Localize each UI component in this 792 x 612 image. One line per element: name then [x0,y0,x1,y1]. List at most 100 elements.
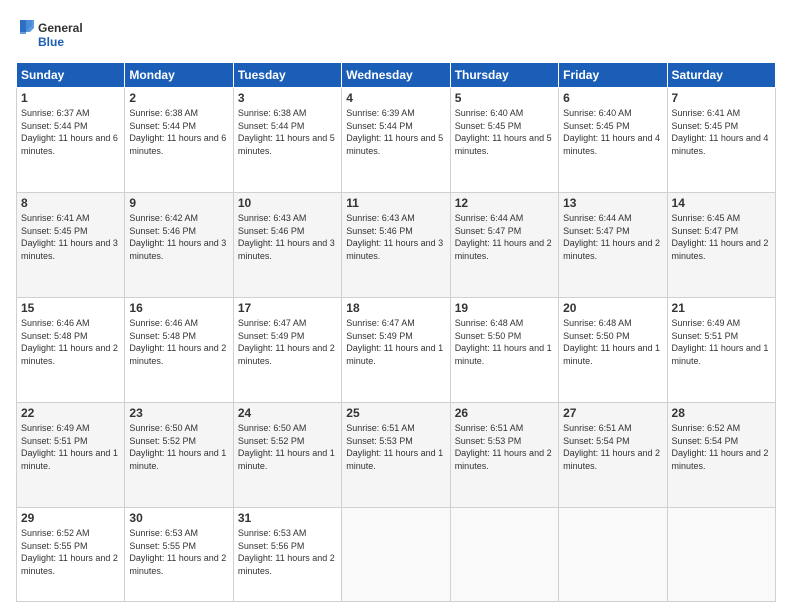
day-info: Sunrise: 6:49 AMSunset: 5:51 PMDaylight:… [21,422,120,472]
calendar-cell: 12Sunrise: 6:44 AMSunset: 5:47 PMDayligh… [450,193,558,298]
day-number: 5 [455,91,554,105]
calendar-cell: 29 Sunrise: 6:52 AMSunset: 5:55 PMDayligh… [17,508,125,602]
day-info: Sunrise: 6:51 AMSunset: 5:53 PMDaylight:… [455,422,554,472]
calendar-cell: 22 Sunrise: 6:49 AMSunset: 5:51 PMDayligh… [17,403,125,508]
day-number: 10 [238,196,337,210]
day-number: 12 [455,196,554,210]
day-number: 31 [238,511,337,525]
calendar-cell: 1 Sunrise: 6:37 AMSunset: 5:44 PMDaylight… [17,88,125,193]
day-info: Sunrise: 6:46 AMSunset: 5:48 PMDaylight:… [129,317,228,367]
day-number: 21 [672,301,771,315]
day-number: 26 [455,406,554,420]
day-number: 18 [346,301,445,315]
day-number: 24 [238,406,337,420]
day-number: 17 [238,301,337,315]
day-number: 28 [672,406,771,420]
calendar-cell: 24 Sunrise: 6:50 AMSunset: 5:52 PMDayligh… [233,403,341,508]
day-number: 20 [563,301,662,315]
day-info: Sunrise: 6:44 AMSunset: 5:47 PMDaylight:… [563,212,662,262]
calendar-cell: 3 Sunrise: 6:38 AMSunset: 5:44 PMDaylight… [233,88,341,193]
day-number: 2 [129,91,228,105]
day-number: 23 [129,406,228,420]
day-number: 11 [346,196,445,210]
day-number: 22 [21,406,120,420]
calendar-cell: 17 Sunrise: 6:47 AMSunset: 5:49 PMDayligh… [233,298,341,403]
day-info: Sunrise: 6:40 AMSunset: 5:45 PMDaylight:… [563,107,662,157]
svg-text:General: General [38,21,83,35]
calendar-cell [667,508,775,602]
calendar-cell: 2 Sunrise: 6:38 AMSunset: 5:44 PMDaylight… [125,88,233,193]
day-number: 6 [563,91,662,105]
calendar-cell: 23 Sunrise: 6:50 AMSunset: 5:52 PMDayligh… [125,403,233,508]
day-number: 27 [563,406,662,420]
weekday-header-thursday: Thursday [450,63,558,88]
calendar-cell: 26 Sunrise: 6:51 AMSunset: 5:53 PMDayligh… [450,403,558,508]
day-number: 16 [129,301,228,315]
calendar-cell: 28 Sunrise: 6:52 AMSunset: 5:54 PMDayligh… [667,403,775,508]
day-info: Sunrise: 6:39 AMSunset: 5:44 PMDaylight:… [346,107,445,157]
weekday-header-sunday: Sunday [17,63,125,88]
calendar-cell: 5 Sunrise: 6:40 AMSunset: 5:45 PMDaylight… [450,88,558,193]
calendar-cell: 20 Sunrise: 6:48 AMSunset: 5:50 PMDayligh… [559,298,667,403]
weekday-header-monday: Monday [125,63,233,88]
calendar-cell: 7Sunrise: 6:41 AMSunset: 5:45 PMDaylight… [667,88,775,193]
calendar-cell: 8 Sunrise: 6:41 AMSunset: 5:45 PMDaylight… [17,193,125,298]
day-info: Sunrise: 6:48 AMSunset: 5:50 PMDaylight:… [455,317,554,367]
calendar-cell: 16 Sunrise: 6:46 AMSunset: 5:48 PMDayligh… [125,298,233,403]
day-info: Sunrise: 6:40 AMSunset: 5:45 PMDaylight:… [455,107,554,157]
day-info: Sunrise: 6:47 AMSunset: 5:49 PMDaylight:… [346,317,445,367]
day-number: 25 [346,406,445,420]
calendar-cell: 30 Sunrise: 6:53 AMSunset: 5:55 PMDayligh… [125,508,233,602]
calendar-cell [450,508,558,602]
calendar-cell [559,508,667,602]
day-info: Sunrise: 6:43 AMSunset: 5:46 PMDaylight:… [238,212,337,262]
day-number: 8 [21,196,120,210]
day-number: 3 [238,91,337,105]
calendar-cell: 11 Sunrise: 6:43 AMSunset: 5:46 PMDayligh… [342,193,450,298]
day-number: 15 [21,301,120,315]
day-number: 29 [21,511,120,525]
day-info: Sunrise: 6:41 AMSunset: 5:45 PMDaylight:… [672,107,771,157]
day-info: Sunrise: 6:50 AMSunset: 5:52 PMDaylight:… [238,422,337,472]
day-info: Sunrise: 6:37 AMSunset: 5:44 PMDaylight:… [21,107,120,157]
day-number: 1 [21,91,120,105]
calendar-cell: 6 Sunrise: 6:40 AMSunset: 5:45 PMDaylight… [559,88,667,193]
weekday-header-wednesday: Wednesday [342,63,450,88]
day-info: Sunrise: 6:38 AMSunset: 5:44 PMDaylight:… [238,107,337,157]
day-number: 13 [563,196,662,210]
day-info: Sunrise: 6:52 AMSunset: 5:55 PMDaylight:… [21,527,120,577]
calendar-cell: 31Sunrise: 6:53 AMSunset: 5:56 PMDayligh… [233,508,341,602]
calendar-cell: 13 Sunrise: 6:44 AMSunset: 5:47 PMDayligh… [559,193,667,298]
weekday-header-saturday: Saturday [667,63,775,88]
calendar-cell: 27Sunrise: 6:51 AMSunset: 5:54 PMDayligh… [559,403,667,508]
day-number: 14 [672,196,771,210]
weekday-header-friday: Friday [559,63,667,88]
calendar-cell: 21 Sunrise: 6:49 AMSunset: 5:51 PMDayligh… [667,298,775,403]
day-number: 9 [129,196,228,210]
day-info: Sunrise: 6:47 AMSunset: 5:49 PMDaylight:… [238,317,337,367]
day-info: Sunrise: 6:50 AMSunset: 5:52 PMDaylight:… [129,422,228,472]
day-number: 30 [129,511,228,525]
day-number: 4 [346,91,445,105]
day-info: Sunrise: 6:53 AMSunset: 5:55 PMDaylight:… [129,527,228,577]
calendar-cell: 9 Sunrise: 6:42 AMSunset: 5:46 PMDaylight… [125,193,233,298]
day-number: 19 [455,301,554,315]
day-info: Sunrise: 6:49 AMSunset: 5:51 PMDaylight:… [672,317,771,367]
day-info: Sunrise: 6:51 AMSunset: 5:53 PMDaylight:… [346,422,445,472]
calendar-cell: 14Sunrise: 6:45 AMSunset: 5:47 PMDayligh… [667,193,775,298]
calendar-cell: 25 Sunrise: 6:51 AMSunset: 5:53 PMDayligh… [342,403,450,508]
day-info: Sunrise: 6:43 AMSunset: 5:46 PMDaylight:… [346,212,445,262]
calendar-cell: 4 Sunrise: 6:39 AMSunset: 5:44 PMDaylight… [342,88,450,193]
calendar-cell: 19 Sunrise: 6:48 AMSunset: 5:50 PMDayligh… [450,298,558,403]
calendar-cell: 15Sunrise: 6:46 AMSunset: 5:48 PMDayligh… [17,298,125,403]
day-info: Sunrise: 6:38 AMSunset: 5:44 PMDaylight:… [129,107,228,157]
logo: General Blue [16,16,86,54]
page-header: General Blue [16,16,776,54]
day-info: Sunrise: 6:48 AMSunset: 5:50 PMDaylight:… [563,317,662,367]
day-info: Sunrise: 6:42 AMSunset: 5:46 PMDaylight:… [129,212,228,262]
day-info: Sunrise: 6:52 AMSunset: 5:54 PMDaylight:… [672,422,771,472]
day-info: Sunrise: 6:41 AMSunset: 5:45 PMDaylight:… [21,212,120,262]
calendar-header-row: SundayMondayTuesdayWednesdayThursdayFrid… [17,63,776,88]
calendar-cell: 10 Sunrise: 6:43 AMSunset: 5:46 PMDayligh… [233,193,341,298]
calendar-body: 1 Sunrise: 6:37 AMSunset: 5:44 PMDaylight… [17,88,776,602]
